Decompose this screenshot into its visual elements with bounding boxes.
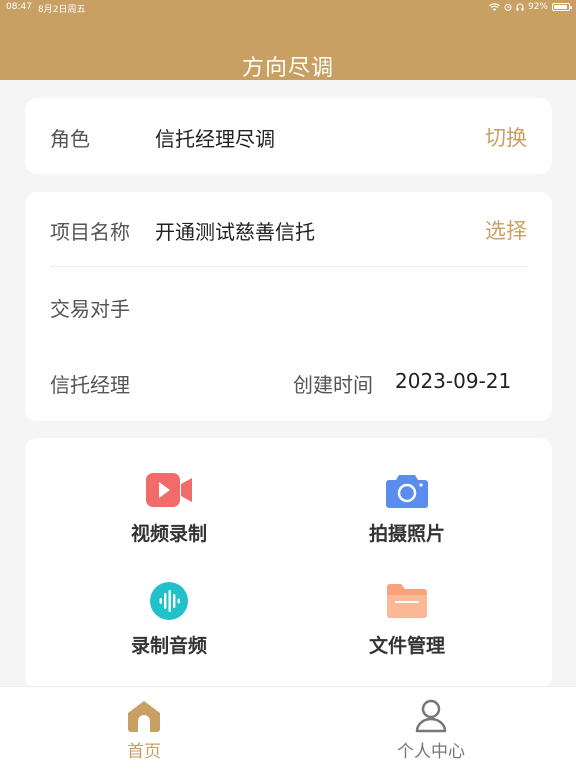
divider — [50, 266, 527, 267]
switch-role-button[interactable]: 切换 — [485, 122, 527, 152]
trust-manager-label: 信托经理 — [50, 373, 130, 397]
page-title: 方向尽调 — [241, 56, 334, 81]
tab-profile[interactable]: 个人中心 — [371, 699, 491, 762]
status-indicators: 92% — [489, 2, 572, 12]
status-bar: 08:47 8月2日周五 92% — [0, 0, 576, 16]
status-time: 08:47 — [6, 2, 32, 12]
wifi-icon — [489, 3, 500, 11]
folder-icon — [387, 584, 427, 618]
battery-percent: 92% — [527, 2, 548, 12]
app-header: 08:47 8月2日周五 92% 方向尽调 — [0, 0, 576, 81]
created-time-label: 创建时间 — [293, 373, 373, 397]
file-manage-label: 文件管理 — [368, 635, 445, 657]
created-time-value: 2023-09-21 — [395, 369, 512, 393]
home-icon — [128, 701, 160, 732]
audio-record-tool[interactable]: 录制音频 — [69, 581, 269, 658]
video-camera-icon — [146, 473, 192, 507]
role-value: 信托经理尽调 — [155, 127, 275, 151]
role-card: 角色 信托经理尽调 切换 — [25, 98, 552, 174]
tab-home-label: 首页 — [127, 742, 161, 762]
file-manage-tool[interactable]: 文件管理 — [307, 581, 507, 658]
tools-card: 视频录制 拍摄照片 录制音频 文件管理 — [25, 438, 552, 688]
video-record-tool[interactable]: 视频录制 — [69, 471, 269, 546]
select-project-button[interactable]: 选择 — [485, 215, 527, 245]
battery-level — [554, 5, 567, 9]
take-photo-label: 拍摄照片 — [368, 523, 445, 545]
role-label: 角色 — [50, 127, 90, 151]
audio-record-label: 录制音频 — [130, 635, 207, 657]
video-record-label: 视频录制 — [130, 523, 207, 545]
headphones-icon — [516, 3, 524, 11]
status-date: 8月2日周五 — [38, 5, 86, 15]
tab-home[interactable]: 首页 — [84, 699, 204, 762]
project-name-label: 项目名称 — [50, 220, 130, 244]
battery-icon — [552, 3, 572, 11]
alarm-icon — [504, 3, 512, 11]
tab-bar: 首页 个人中心 — [0, 686, 576, 769]
camera-icon — [386, 475, 428, 508]
user-icon — [415, 699, 447, 733]
take-photo-tool[interactable]: 拍摄照片 — [307, 471, 507, 546]
project-name-value: 开通测试慈善信托 — [155, 220, 315, 244]
project-card: 项目名称 开通测试慈善信托 选择 交易对手 信托经理 创建时间 2023-09-… — [25, 192, 552, 421]
counterparty-label: 交易对手 — [50, 297, 130, 321]
tab-profile-label: 个人中心 — [397, 742, 465, 762]
audio-wave-icon — [150, 582, 188, 620]
